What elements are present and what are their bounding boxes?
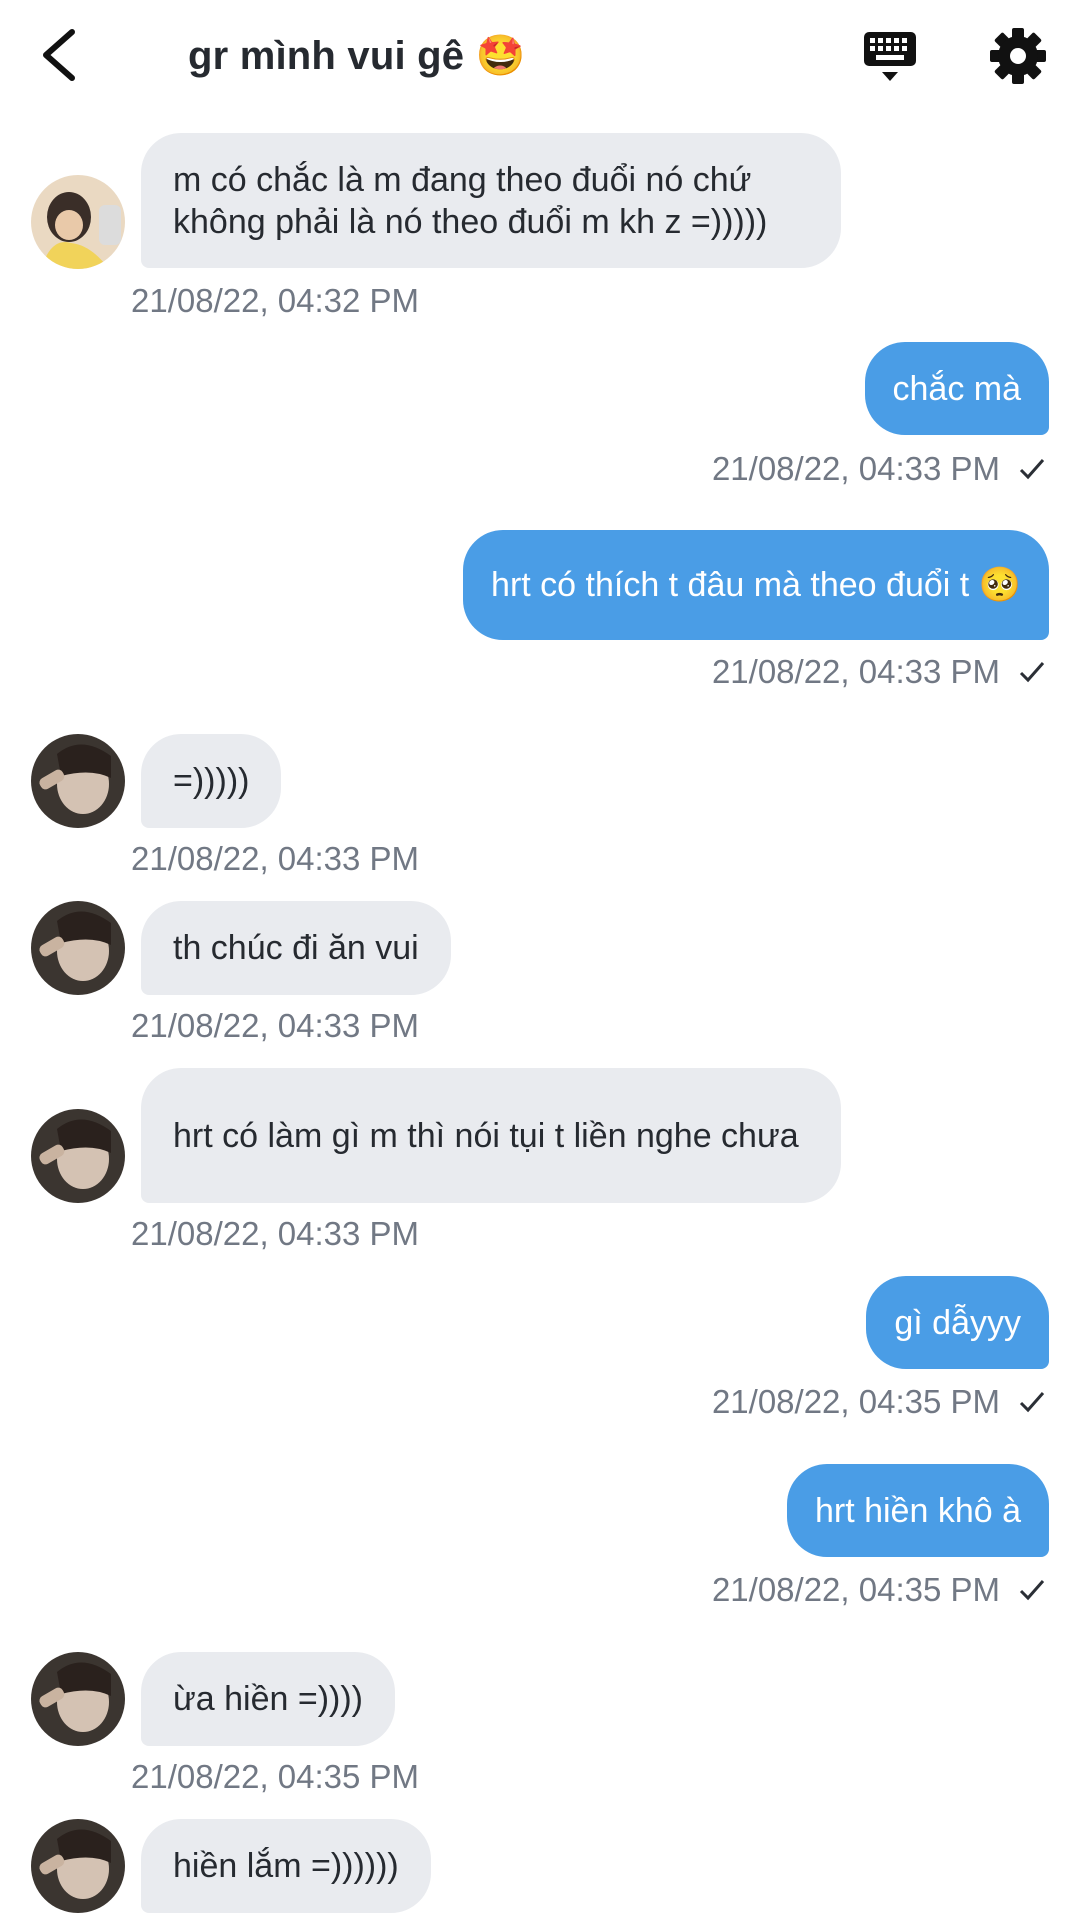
message-timestamp: 21/08/22, 04:35 PM	[711, 1571, 1000, 1608]
message-bubble-outgoing[interactable]: hrt hiền khô à	[786, 1464, 1049, 1557]
avatar[interactable]	[31, 175, 125, 269]
message-text: gì dẫyyy	[894, 1303, 1021, 1342]
avatar[interactable]	[31, 901, 125, 995]
message-text: chắc mà	[892, 369, 1022, 408]
avatar[interactable]	[31, 1652, 125, 1746]
message-text: m có chắc là m đang theo đuổi nó chứ khô…	[173, 160, 768, 241]
message-text: =)))))	[173, 762, 250, 800]
message-timestamp: 21/08/22, 04:35 PM	[131, 1758, 420, 1795]
avatar[interactable]	[31, 734, 125, 828]
checkmark-icon	[1019, 459, 1045, 480]
message-bubble-outgoing[interactable]: gì dẫyyy	[866, 1276, 1049, 1369]
message-timestamp: 21/08/22, 04:33 PM	[131, 1007, 420, 1044]
message-text: th chúc đi ăn vui	[173, 929, 419, 967]
message-timestamp: 21/08/22, 04:35 PM	[711, 1383, 1000, 1420]
message-text: hrt có làm gì m thì nói tụi t liền nghe …	[173, 1116, 799, 1155]
avatar-photo-icon	[31, 1109, 125, 1203]
message-timestamp: 21/08/22, 04:33 PM	[711, 450, 1000, 487]
message-bubble-incoming[interactable]: m có chắc là m đang theo đuổi nó chứ khô…	[141, 133, 841, 268]
checkmark-icon	[1019, 1580, 1045, 1601]
checkmark-icon	[1019, 1392, 1045, 1413]
message-text: hrt có thích t đâu mà theo đuổi t 🥺	[491, 566, 1021, 604]
message-bubble-outgoing[interactable]: hrt có thích t đâu mà theo đuổi t 🥺	[463, 530, 1049, 640]
message-text: hiền lắm =))))))	[173, 1847, 399, 1885]
message-timestamp: 21/08/22, 04:33 PM	[131, 840, 420, 877]
message-bubble-outgoing[interactable]: chắc mà	[864, 342, 1049, 435]
avatar-photo-icon	[31, 1652, 125, 1746]
avatar-photo-icon	[31, 734, 125, 828]
checkmark-icon	[1019, 662, 1045, 683]
message-bubble-incoming[interactable]: th chúc đi ăn vui	[141, 901, 451, 995]
message-text: ừa hiền =))))	[173, 1680, 363, 1718]
message-bubble-incoming[interactable]: ừa hiền =))))	[141, 1652, 395, 1746]
message-bubble-incoming[interactable]: hrt có làm gì m thì nói tụi t liền nghe …	[141, 1068, 841, 1203]
message-timestamp: 21/08/22, 04:32 PM	[131, 282, 420, 319]
avatar[interactable]	[31, 1819, 125, 1913]
avatar-photo-icon	[31, 175, 125, 269]
avatar-photo-icon	[31, 1819, 125, 1913]
message-timestamp: 21/08/22, 04:33 PM	[131, 1215, 420, 1252]
avatar[interactable]	[31, 1109, 125, 1203]
message-text: hrt hiền khô à	[814, 1491, 1021, 1530]
message-list[interactable]: m có chắc là m đang theo đuổi nó chứ khô…	[0, 0, 1076, 1920]
message-timestamp: 21/08/22, 04:33 PM	[711, 653, 1000, 690]
message-bubble-incoming[interactable]: hiền lắm =))))))	[141, 1819, 431, 1913]
message-bubble-incoming[interactable]: =)))))	[141, 734, 282, 828]
avatar-photo-icon	[31, 901, 125, 995]
